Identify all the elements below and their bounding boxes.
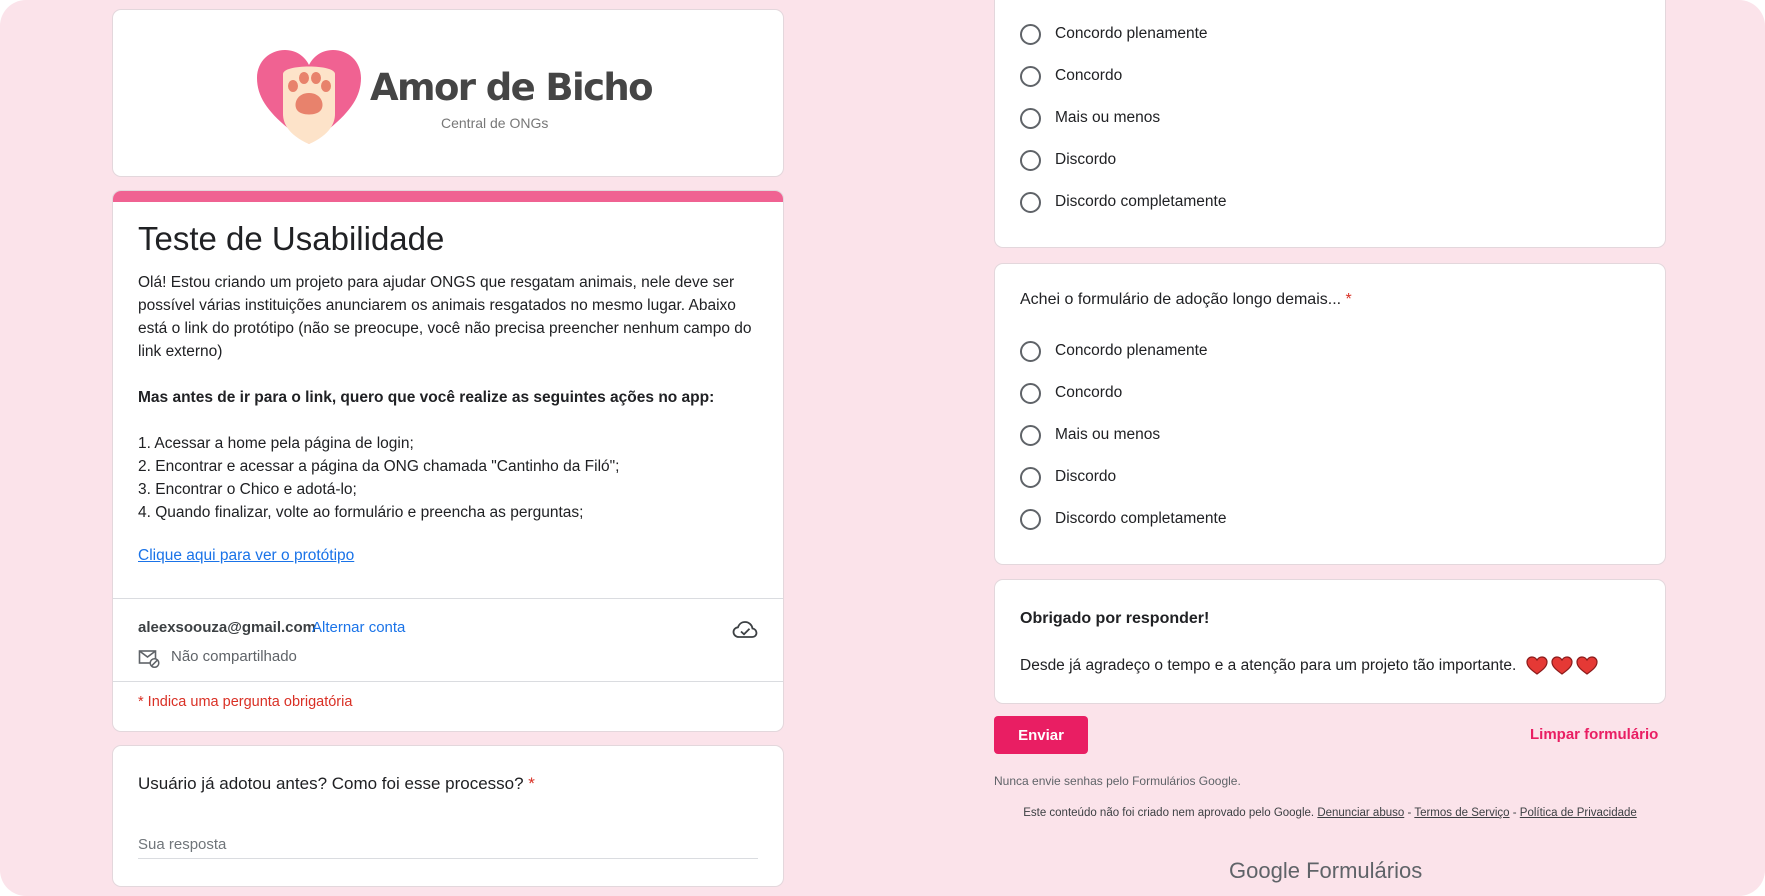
- radio-option[interactable]: Discordo completamente: [1020, 507, 1226, 531]
- google-forms-logo[interactable]: Google Formulários: [1229, 858, 1422, 884]
- radio-button[interactable]: [1020, 508, 1041, 530]
- thank-you-card: Obrigado por responder! Desde já agradeç…: [994, 579, 1666, 704]
- thank-you-title: Obrigado por responder!: [1020, 610, 1210, 627]
- radio-button[interactable]: [1020, 466, 1041, 488]
- account-email: aleexsoouza@gmail.com: [138, 619, 317, 636]
- option-label: Discordo: [1055, 151, 1117, 168]
- option-label: Concordo: [1055, 384, 1123, 401]
- hearts-group: [1526, 656, 1598, 676]
- radio-option[interactable]: Concordo: [1020, 64, 1122, 88]
- option-label: Discordo completamente: [1055, 510, 1227, 527]
- divider: [113, 681, 783, 682]
- question-title: Achei o formulário de adoção longo demai…: [1020, 291, 1352, 309]
- required-indicator-note: * Indica uma pergunta obrigatória: [138, 694, 353, 710]
- brand-logo: Amor de Bicho Central de ONGs: [255, 48, 654, 152]
- step-item: 3. Encontrar o Chico e adotá-lo;: [138, 481, 357, 498]
- heart-icon: [1576, 656, 1598, 675]
- divider: [113, 598, 783, 599]
- submit-button[interactable]: Enviar: [994, 716, 1088, 754]
- heart-icon: [1526, 656, 1548, 675]
- form-intro-card: Teste de Usabilidade Olá! Estou criando …: [112, 190, 784, 732]
- report-abuse-link[interactable]: Denunciar abuso: [1317, 807, 1404, 819]
- question-card-previous: Concordo plenamente Concordo Mais ou men…: [994, 0, 1666, 248]
- radio-option[interactable]: Mais ou menos: [1020, 423, 1160, 447]
- radio-option[interactable]: Mais ou menos: [1020, 106, 1160, 130]
- header-image-card: Amor de Bicho Central de ONGs: [112, 9, 784, 177]
- separator: -: [1407, 807, 1412, 819]
- question-card-adoption-history: Usuário já adotou antes? Como foi esse p…: [112, 745, 784, 887]
- radio-option[interactable]: Discordo completamente: [1020, 190, 1226, 214]
- step-item: 2. Encontrar e acessar a página da ONG c…: [138, 458, 620, 475]
- page-background: Amor de Bicho Central de ONGs Teste de U…: [0, 0, 1765, 896]
- option-label: Discordo completamente: [1055, 193, 1227, 210]
- radio-option[interactable]: Discordo: [1020, 148, 1116, 172]
- radio-option[interactable]: Concordo plenamente: [1020, 22, 1208, 46]
- forms-wordmark: Formulários: [1306, 858, 1423, 883]
- clear-form-button[interactable]: Limpar formulário: [1530, 726, 1658, 743]
- prototype-link[interactable]: Clique aqui para ver o protótipo: [138, 547, 354, 565]
- step-item: 4. Quando finalizar, volte ao formulário…: [138, 504, 584, 521]
- question-text: Achei o formulário de adoção longo demai…: [1020, 291, 1342, 308]
- thank-you-text: Desde já agradeço o tempo e a atenção pa…: [1020, 656, 1598, 676]
- mail-not-shared-icon: [138, 650, 160, 668]
- brand-name: Amor de Bicho: [370, 66, 654, 109]
- radio-button[interactable]: [1020, 65, 1041, 87]
- disclaimer-text: Este conteúdo não foi criado nem aprovad…: [1023, 807, 1315, 819]
- radio-button[interactable]: [1020, 424, 1041, 446]
- radio-option[interactable]: Discordo: [1020, 465, 1116, 489]
- option-label: Concordo plenamente: [1055, 25, 1208, 42]
- required-asterisk: *: [1345, 291, 1352, 308]
- required-asterisk: *: [528, 774, 535, 793]
- form-title: Teste de Usabilidade: [138, 220, 445, 257]
- description-bold-line: Mas antes de ir para o link, quero que v…: [138, 389, 715, 406]
- option-label: Concordo plenamente: [1055, 342, 1208, 359]
- question-card-form-length: Achei o formulário de adoção longo demai…: [994, 263, 1666, 565]
- option-label: Concordo: [1055, 67, 1123, 84]
- question-text: Usuário já adotou antes? Como foi esse p…: [138, 774, 524, 793]
- question-title: Usuário já adotou antes? Como foi esse p…: [138, 774, 535, 794]
- form-description: Olá! Estou criando um projeto para ajuda…: [138, 271, 768, 524]
- radio-button[interactable]: [1020, 149, 1041, 171]
- radio-button[interactable]: [1020, 191, 1041, 213]
- radio-button[interactable]: [1020, 382, 1041, 404]
- google-disclaimer: Este conteúdo não foi criado nem aprovad…: [994, 806, 1666, 820]
- answer-input[interactable]: [138, 831, 758, 859]
- option-label: Discordo: [1055, 468, 1117, 485]
- option-label: Mais ou menos: [1055, 426, 1161, 443]
- password-warning: Nunca envie senhas pelo Formulários Goog…: [994, 774, 1241, 788]
- thank-you-message: Desde já agradeço o tempo e a atenção pa…: [1020, 657, 1517, 674]
- heart-icon: [1551, 656, 1573, 675]
- share-status: Não compartilhado: [171, 648, 297, 665]
- brand-subtitle: Central de ONGs: [441, 115, 549, 131]
- cloud-done-icon[interactable]: [732, 619, 758, 641]
- radio-button[interactable]: [1020, 107, 1041, 129]
- privacy-policy-link[interactable]: Política de Privacidade: [1520, 807, 1637, 819]
- description-paragraph: Olá! Estou criando um projeto para ajuda…: [138, 274, 752, 360]
- option-label: Mais ou menos: [1055, 109, 1161, 126]
- radio-option[interactable]: Concordo: [1020, 381, 1122, 405]
- radio-option[interactable]: Concordo plenamente: [1020, 339, 1208, 363]
- google-wordmark: Google: [1229, 858, 1300, 883]
- step-item: 1. Acessar a home pela página de login;: [138, 435, 414, 452]
- form-accent-bar: [113, 191, 783, 202]
- switch-account-link[interactable]: Alternar conta: [312, 619, 405, 636]
- radio-button[interactable]: [1020, 340, 1041, 362]
- terms-of-service-link[interactable]: Termos de Serviço: [1414, 807, 1509, 819]
- separator: -: [1512, 807, 1517, 819]
- radio-button[interactable]: [1020, 23, 1041, 45]
- paw-heart-icon: [257, 50, 361, 144]
